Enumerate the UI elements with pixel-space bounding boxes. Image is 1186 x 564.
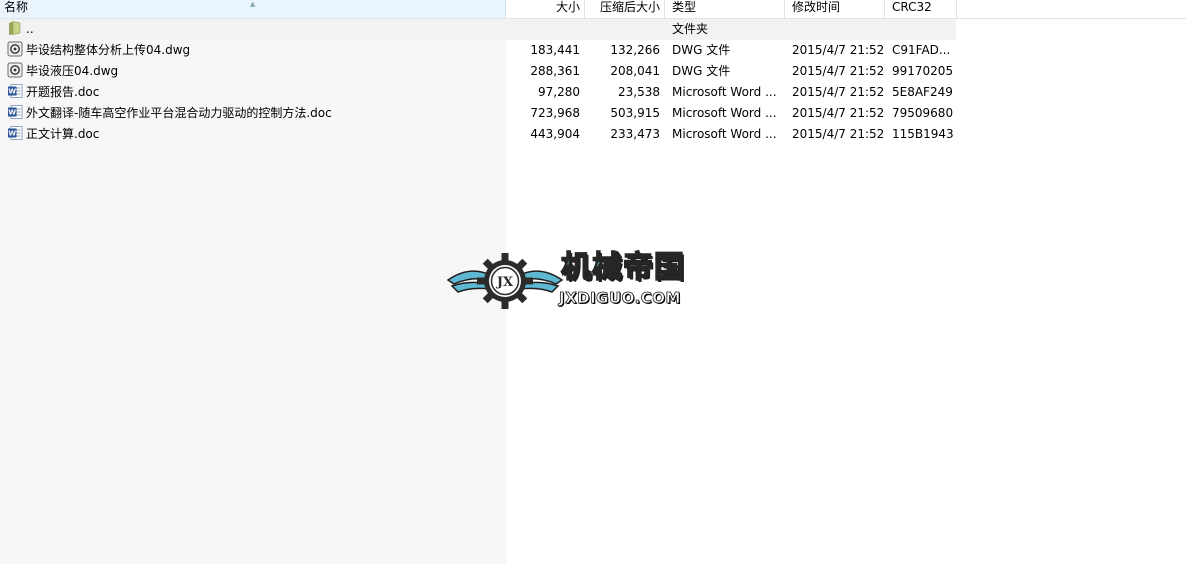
file-modified: 2015/4/7 21:52 bbox=[792, 127, 885, 141]
watermark-logo: JX 机械帝国 JXDIGUO.COM bbox=[446, 250, 742, 312]
file-size: 288,361 bbox=[530, 64, 580, 78]
file-packed-size: 233,473 bbox=[610, 127, 660, 141]
folder-up-icon bbox=[7, 20, 23, 36]
file-crc32: 115B1943 bbox=[892, 127, 954, 141]
file-crc32: 79509680 bbox=[892, 106, 954, 120]
word-doc-icon: W bbox=[7, 83, 23, 99]
watermark-subtitle: JXDIGUO.COM bbox=[559, 289, 681, 308]
file-size bbox=[506, 19, 580, 40]
list-item-file[interactable]: W 开题报告.doc 97,280 23,538 Microsoft Word … bbox=[0, 82, 956, 103]
file-size: 443,904 bbox=[530, 127, 580, 141]
column-header-name-label: 名称 bbox=[4, 0, 29, 14]
dwg-file-icon bbox=[7, 41, 23, 57]
svg-text:W: W bbox=[8, 88, 16, 96]
file-modified: 2015/4/7 21:52 bbox=[792, 106, 885, 120]
column-header-size[interactable]: 大小 bbox=[506, 0, 585, 18]
column-header-modified-label: 修改时间 bbox=[792, 0, 841, 14]
column-header-size-label: 大小 bbox=[555, 0, 580, 14]
file-modified bbox=[792, 19, 888, 40]
column-header-bar: 名称 ▲ 大小 压缩后大小 类型 修改时间 CRC32 bbox=[0, 0, 1186, 19]
file-size: 183,441 bbox=[530, 43, 580, 57]
word-doc-icon: W bbox=[7, 104, 23, 120]
file-modified: 2015/4/7 21:52 bbox=[792, 43, 885, 57]
file-packed-size bbox=[584, 19, 660, 40]
file-crc32: 5E8AF249 bbox=[892, 85, 953, 99]
file-type: DWG 文件 bbox=[672, 43, 731, 57]
svg-text:W: W bbox=[8, 109, 16, 117]
file-type: 文件夹 bbox=[672, 22, 709, 36]
word-doc-icon: W bbox=[7, 125, 23, 141]
column-header-packed-size-label: 压缩后大小 bbox=[599, 0, 660, 14]
column-header-type[interactable]: 类型 bbox=[665, 0, 785, 18]
file-name: 外文翻译-随车高空作业平台混合动力驱动的控制方法.doc bbox=[26, 106, 332, 120]
gear-wings-emblem-icon: JX bbox=[446, 253, 564, 309]
file-type: Microsoft Word ... bbox=[672, 85, 777, 99]
list-item-file[interactable]: W 正文计算.doc 443,904 233,473 Microsoft Wor… bbox=[0, 124, 956, 145]
file-list: .. 文件夹 毕设结构整体分析上传04.dwg 183,441 132,266 … bbox=[0, 19, 956, 145]
list-item-parent-folder[interactable]: .. 文件夹 bbox=[0, 19, 956, 40]
file-type: DWG 文件 bbox=[672, 64, 731, 78]
column-header-packed-size[interactable]: 压缩后大小 bbox=[585, 0, 665, 18]
column-header-crc32[interactable]: CRC32 bbox=[885, 0, 957, 18]
file-crc32 bbox=[892, 19, 956, 40]
list-item-file[interactable]: W 外文翻译-随车高空作业平台混合动力驱动的控制方法.doc 723,968 5… bbox=[0, 103, 956, 124]
svg-text:W: W bbox=[8, 130, 16, 138]
file-modified: 2015/4/7 21:52 bbox=[792, 85, 885, 99]
column-header-type-label: 类型 bbox=[672, 0, 697, 14]
file-size: 97,280 bbox=[538, 85, 580, 99]
file-crc32: 99170205 bbox=[892, 64, 954, 78]
file-name: 开题报告.doc bbox=[26, 85, 100, 99]
sort-ascending-icon: ▲ bbox=[250, 0, 256, 8]
file-packed-size: 208,041 bbox=[610, 64, 660, 78]
file-name: 毕设结构整体分析上传04.dwg bbox=[26, 43, 191, 57]
list-item-file[interactable]: 毕设结构整体分析上传04.dwg 183,441 132,266 DWG 文件 … bbox=[0, 40, 956, 61]
file-crc32: C91FAD... bbox=[892, 43, 951, 57]
file-name: 正文计算.doc bbox=[26, 127, 100, 141]
emblem-text: JX bbox=[496, 275, 514, 290]
watermark-title: 机械帝国 bbox=[560, 250, 685, 286]
column-header-modified[interactable]: 修改时间 bbox=[785, 0, 885, 18]
file-size: 723,968 bbox=[530, 106, 580, 120]
file-packed-size: 503,915 bbox=[610, 106, 660, 120]
file-name: .. bbox=[26, 22, 34, 36]
dwg-file-icon bbox=[7, 62, 23, 78]
column-header-name[interactable]: 名称 ▲ bbox=[0, 0, 506, 18]
column-header-crc32-label: CRC32 bbox=[892, 0, 932, 14]
file-type: Microsoft Word ... bbox=[672, 127, 777, 141]
file-packed-size: 23,538 bbox=[618, 85, 660, 99]
list-item-file[interactable]: 毕设液压04.dwg 288,361 208,041 DWG 文件 2015/4… bbox=[0, 61, 956, 82]
file-type: Microsoft Word ... bbox=[672, 106, 777, 120]
column-header-filler bbox=[957, 0, 1186, 18]
file-packed-size: 132,266 bbox=[610, 43, 660, 57]
file-modified: 2015/4/7 21:52 bbox=[792, 64, 885, 78]
file-name: 毕设液压04.dwg bbox=[26, 64, 119, 78]
